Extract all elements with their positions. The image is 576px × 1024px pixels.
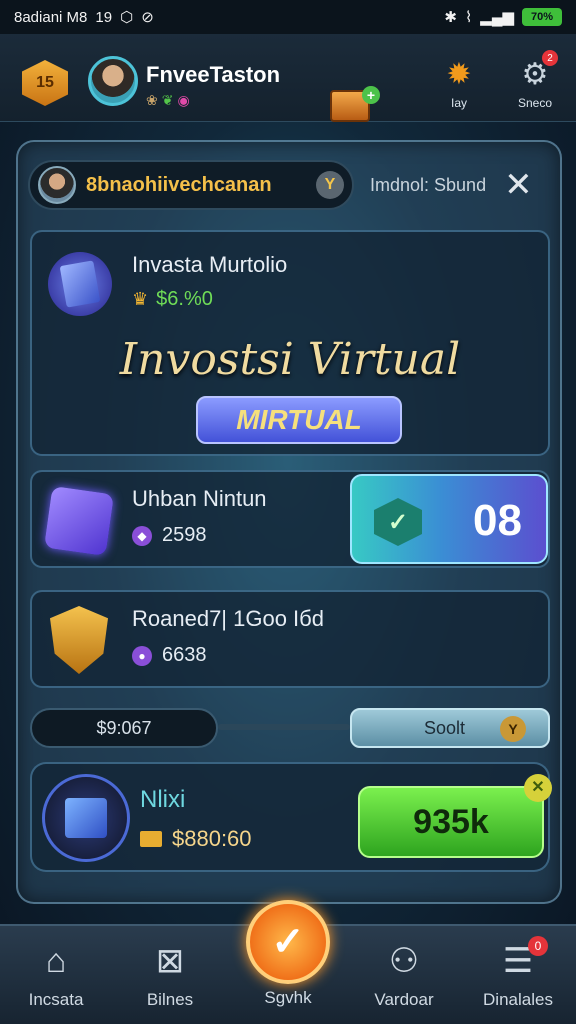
- nav-item-users[interactable]: ⚇ Vardoar: [354, 940, 454, 1010]
- close-icon[interactable]: ✕: [524, 774, 552, 802]
- balance-value: $9:067: [30, 708, 218, 748]
- gold-bar-icon: [140, 831, 162, 847]
- row-value-text: 2598: [162, 524, 207, 546]
- profile-mini-icons: ❀ ❦ ◉: [146, 92, 190, 109]
- row-value: ◆ 2598: [132, 524, 207, 547]
- search-avatar: [38, 166, 76, 204]
- sort-label: Soolt: [424, 718, 466, 738]
- bottom-card: Nlixi $880:60 935k ✕: [30, 762, 552, 872]
- bottom-value: $880:60: [140, 826, 252, 852]
- balance-bar: $9:067 Soolt Y: [30, 708, 550, 748]
- paw-icon: ❀: [146, 92, 158, 108]
- row-title: Uhban Nintun: [132, 486, 267, 511]
- bottom-title: Nlixi: [140, 786, 186, 813]
- wifi-icon: ⌇: [464, 9, 473, 26]
- check-icon[interactable]: ✓: [246, 900, 330, 984]
- sort-button[interactable]: Soolt Y: [350, 708, 550, 748]
- hero-card: Invasta Murtolio ♛ $6.%0 Invostsi Virtua…: [30, 230, 550, 456]
- battery-indicator: 70%: [522, 8, 562, 26]
- search-value[interactable]: 8bnaohiivechcanan: [86, 174, 306, 197]
- counter-button[interactable]: ✓ 08: [350, 474, 548, 564]
- row-value: ● 6638: [132, 644, 207, 667]
- coin-icon: Y: [500, 716, 526, 742]
- settings-button[interactable]: ⚙ Sneco 2: [508, 50, 562, 110]
- list-item[interactable]: Roaned7| 1Goo Iбd ● 6638: [30, 590, 550, 688]
- nav-label: Bilnes: [146, 990, 194, 1009]
- cube-icon: [43, 485, 116, 557]
- hero-title: Invasta Murtolio: [132, 252, 288, 277]
- shield-icon: [44, 606, 116, 676]
- hero-value: ♛ $6.%0: [132, 288, 213, 311]
- status-bar: 8adiani M8 19 ⬡ ⊘ ✱ ⌇ ▂▄▆ 70%: [0, 0, 576, 34]
- claim-button[interactable]: 935k: [358, 786, 544, 858]
- nav-notification-badge: 0: [528, 936, 548, 956]
- check-shield-icon: ✓: [374, 498, 422, 546]
- bluetooth-icon: ✱: [444, 9, 457, 26]
- row-title: Roaned7| 1Goo Iбd: [132, 606, 325, 631]
- activity-label: Iay: [450, 96, 467, 110]
- list-item[interactable]: Uhban Nintun ◆ 2598 ✓ 08: [30, 470, 550, 568]
- signal-icon: ▂▄▆: [480, 9, 514, 26]
- settings-label: Sneco: [517, 96, 553, 110]
- home-icon: ⌂: [45, 941, 67, 980]
- nav-item-list[interactable]: ☰ Dinalales 0: [468, 936, 568, 1010]
- profile-username[interactable]: FnveeTaston: [146, 62, 280, 88]
- hero-headline: Invostsi Virtual: [119, 334, 461, 385]
- activity-button[interactable]: ✹ Iay: [432, 56, 486, 111]
- leaf-icon: ❦: [161, 92, 174, 108]
- sync-icon: ⊘: [141, 9, 154, 26]
- search-label: Imdnol: Sbund: [370, 174, 487, 195]
- search-field[interactable]: 8bnaohiivechcanan Y: [28, 160, 354, 210]
- level-badge[interactable]: 15: [22, 60, 68, 106]
- settings-notification-badge: 2: [542, 50, 558, 66]
- gem-icon: ◉: [177, 92, 190, 108]
- token-icon: ◆: [132, 525, 152, 546]
- nav-label-center[interactable]: Sgvhk: [238, 988, 338, 1008]
- nav-item-home[interactable]: ⌂ Incsata: [6, 940, 106, 1010]
- counter-value: 08: [473, 496, 522, 545]
- add-chest-icon[interactable]: +: [362, 86, 380, 104]
- status-carrier: 8adiani M8: [14, 8, 88, 26]
- hero-value-text: $6.%0: [156, 288, 213, 310]
- inbox-icon: ⊠: [155, 942, 185, 980]
- search-go-icon[interactable]: Y: [316, 171, 344, 199]
- portfolio-icon: [48, 252, 112, 316]
- status-extra: 19: [95, 8, 113, 26]
- tablet-icon: [42, 774, 130, 862]
- search-row: 8bnaohiivechcanan Y Imdnol: Sbund ✕: [28, 160, 548, 210]
- top-header: 15 FnveeTaston ❀ ❦ ◉ + ✹ Iay ⚙ Sneco 2: [0, 34, 576, 122]
- nav-item-inbox[interactable]: ⊠ Bilnes: [120, 940, 220, 1010]
- row-value-text: 6638: [162, 644, 207, 666]
- flame-badge-icon: ✹: [446, 57, 472, 91]
- app-notification-icon: ⬡: [120, 9, 134, 26]
- nav-label: Dinalales: [483, 990, 553, 1009]
- nav-label: Incsata: [28, 990, 84, 1009]
- virtual-button[interactable]: MIRTUAL: [196, 396, 402, 444]
- bottom-value-text: $880:60: [172, 826, 252, 851]
- crown-icon: ♛: [132, 289, 149, 309]
- token-icon: ●: [132, 645, 152, 666]
- close-icon[interactable]: ✕: [504, 168, 533, 202]
- users-icon: ⚇: [388, 942, 420, 980]
- balance-divider: [218, 724, 350, 730]
- bottom-nav: ⌂ Incsata ⊠ Bilnes ✓ Sgvhk ⚇ Vardoar ☰ D…: [0, 900, 576, 1024]
- profile-avatar[interactable]: [88, 56, 138, 106]
- nav-label: Vardoar: [374, 990, 434, 1009]
